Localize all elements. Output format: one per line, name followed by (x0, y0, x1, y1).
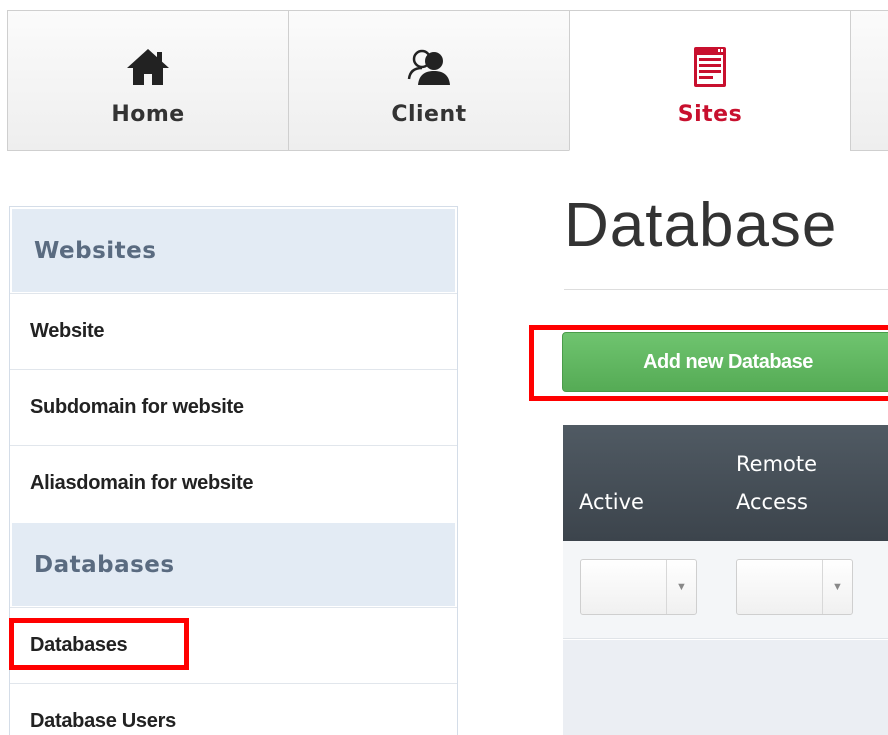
tab-sites[interactable]: Sites (569, 10, 851, 151)
sidebar-item-database-users[interactable]: Database Users (10, 683, 457, 735)
tab-client[interactable]: Client (288, 10, 570, 151)
dropdown-arrow-icon: ▼ (822, 560, 852, 614)
add-new-database-button[interactable]: Add new Database (562, 332, 888, 392)
tab-home[interactable]: Home (7, 10, 289, 151)
table-body (563, 640, 888, 735)
sidebar-header-websites: Websites (12, 209, 455, 292)
column-header-remote-line2: Access (736, 490, 808, 514)
filter-row: ▼ ▼ (563, 541, 888, 639)
sidebar-item-website[interactable]: Website (10, 293, 457, 369)
filter-active-select[interactable]: ▼ (580, 559, 697, 615)
column-header-remote-line1: Remote (736, 452, 818, 476)
dropdown-arrow-icon: ▼ (666, 560, 696, 614)
column-header-active[interactable]: Active (579, 483, 644, 521)
sidebar-header-databases: Databases (12, 523, 455, 606)
tab-next-partial[interactable] (850, 10, 888, 151)
sidebar-item-databases[interactable]: Databases (10, 607, 457, 683)
tab-home-label: Home (111, 102, 185, 127)
home-icon (127, 49, 169, 85)
client-users-icon (407, 49, 450, 85)
column-header-active-label: Active (579, 490, 644, 514)
sites-browser-icon (694, 47, 726, 87)
tab-sites-label: Sites (677, 102, 743, 127)
title-divider (564, 289, 888, 290)
sidebar: Websites Website Subdomain for website A… (9, 206, 458, 735)
tab-client-label: Client (391, 102, 467, 127)
filter-remote-access-select[interactable]: ▼ (736, 559, 853, 615)
table-header: Active Remote Access (563, 425, 888, 541)
sidebar-item-subdomain[interactable]: Subdomain for website (10, 369, 457, 445)
top-navigation: Home Client Sites (7, 10, 888, 151)
sidebar-item-aliasdomain[interactable]: Aliasdomain for website (10, 445, 457, 521)
page-title: Database (564, 191, 838, 260)
column-header-remote-access[interactable]: Remote Access (736, 445, 817, 521)
